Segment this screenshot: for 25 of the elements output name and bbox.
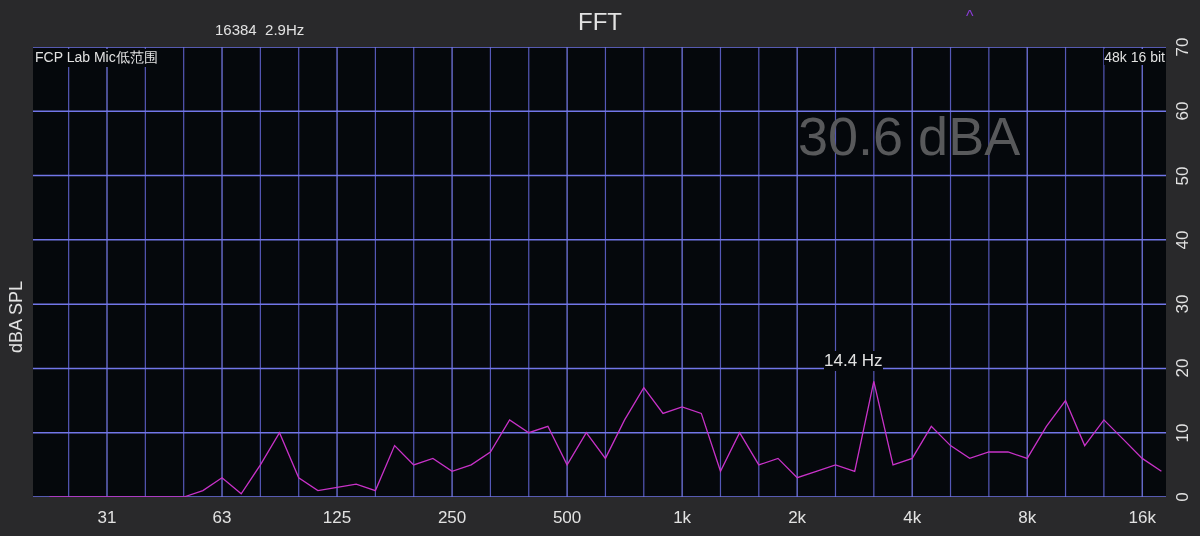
x-tick-label: 63: [212, 508, 232, 528]
device-name: FCP Lab Mic低范围: [35, 49, 158, 67]
y-tick-label: 60: [1173, 101, 1193, 121]
chart-title: FFT: [577, 8, 623, 36]
x-tick-label: 31: [97, 508, 117, 528]
y-tick-label: 20: [1173, 358, 1193, 378]
y-tick-label: 70: [1173, 37, 1193, 57]
y-tick-label: 0: [1173, 492, 1193, 502]
x-tick-label: 500: [552, 508, 582, 528]
x-tick-label: 125: [322, 508, 352, 528]
x-tick-label: 2k: [788, 508, 807, 528]
x-tick-label: 16k: [1128, 508, 1156, 528]
x-tick-label: 250: [437, 508, 467, 528]
format-label: 48k 16 bit: [1104, 49, 1165, 65]
caret-icon[interactable]: ^: [966, 8, 974, 26]
x-tick-label: 8k: [1018, 508, 1037, 528]
y-tick-label: 30: [1173, 294, 1193, 314]
y-tick-label: 40: [1173, 230, 1193, 250]
x-tick-label: 1k: [673, 508, 692, 528]
y-tick-label: 10: [1173, 423, 1193, 443]
peak-label: 14.4 Hz: [824, 351, 883, 371]
y-tick-label: 50: [1173, 166, 1193, 185]
y-axis-title: dBA SPL: [5, 280, 27, 354]
x-tick-label: 4k: [903, 508, 922, 528]
sample-info: 16384 2.9Hz: [215, 21, 305, 38]
